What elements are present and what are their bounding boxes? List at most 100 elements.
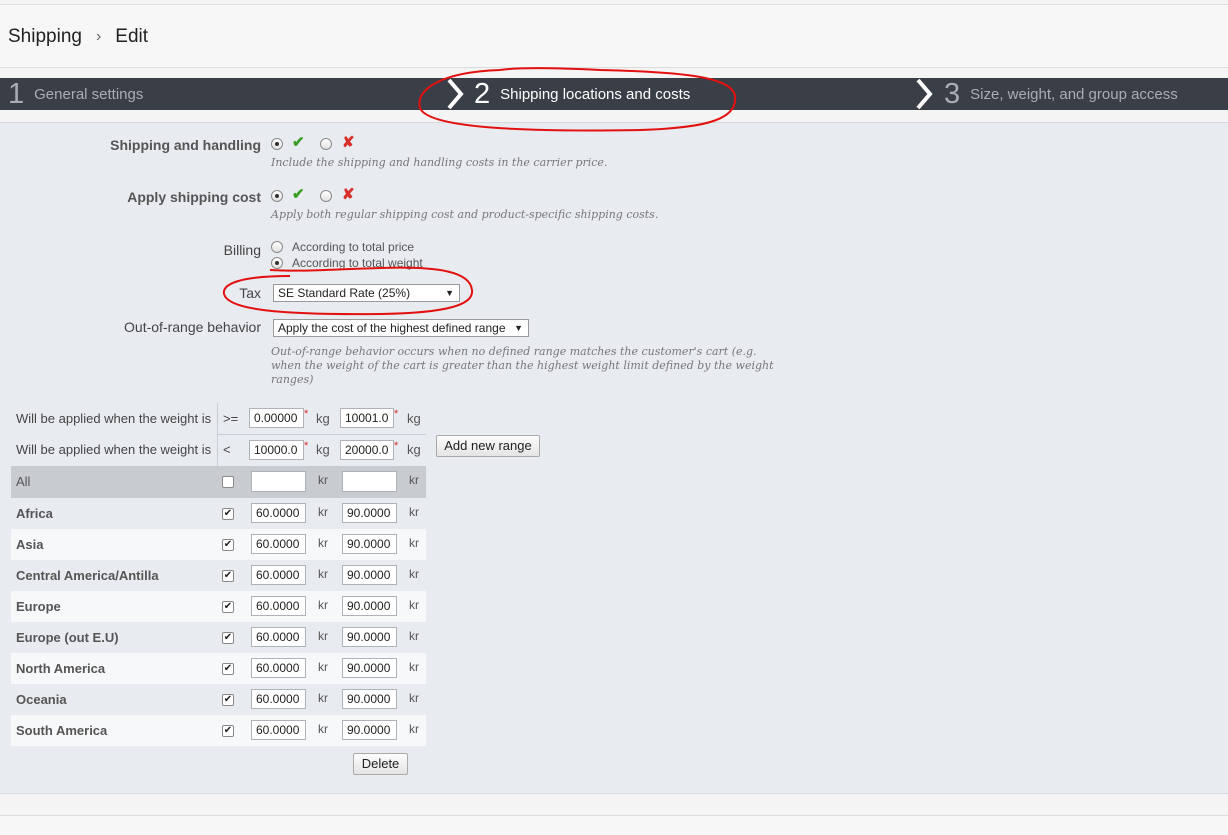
- zone-all-label: All: [16, 474, 31, 489]
- zone-price-2-input[interactable]: 90.0000: [342, 658, 397, 678]
- range-label-to: Will be applied when the weight is: [16, 442, 212, 457]
- currency-label: kr: [409, 505, 419, 519]
- currency-label: kr: [318, 505, 328, 519]
- currency-label: kr: [409, 567, 419, 581]
- apply-shipping-cost-hint: Apply both regular shipping cost and pro…: [271, 208, 659, 221]
- zone-price-2-input[interactable]: 90.0000: [342, 565, 397, 585]
- zone-all-checkbox[interactable]: [222, 476, 234, 488]
- add-new-range-button[interactable]: Add new range: [436, 435, 540, 457]
- zone-row-all: All kr kr: [11, 466, 426, 498]
- step-shipping-locations[interactable]: 2 Shipping locations and costs: [474, 78, 690, 110]
- zone-price-2-input[interactable]: 90.0000: [342, 689, 397, 709]
- zone-price-2-input[interactable]: 90.0000: [342, 720, 397, 740]
- range-2-from-input[interactable]: 10001.0: [340, 408, 394, 428]
- zone-price-1-input[interactable]: 60.0000: [251, 658, 306, 678]
- zone-price-1-input[interactable]: 60.0000: [251, 534, 306, 554]
- zone-name: Europe (out E.U): [16, 630, 119, 645]
- apply-cost-no-radio[interactable]: [320, 190, 332, 202]
- zone-checkbox[interactable]: ✔: [222, 601, 234, 613]
- billing-total-weight-radio[interactable]: [271, 257, 283, 269]
- billing-total-weight-label: According to total weight: [292, 256, 423, 270]
- required-icon: *: [304, 408, 309, 420]
- currency-label: kr: [409, 722, 419, 736]
- cross-icon: ✘: [342, 134, 355, 151]
- step-number: 2: [474, 78, 491, 110]
- check-icon: ✔: [292, 134, 305, 151]
- unit-kg: kg: [407, 411, 421, 426]
- zone-checkbox[interactable]: ✔: [222, 508, 234, 520]
- required-icon: *: [304, 440, 309, 452]
- out-of-range-label: Out-of-range behavior: [124, 319, 261, 335]
- currency-label: kr: [409, 598, 419, 612]
- zone-all-price-1-input[interactable]: [251, 471, 306, 492]
- zone-price-1-input[interactable]: 60.0000: [251, 565, 306, 585]
- zone-price-2-input[interactable]: 90.0000: [342, 503, 397, 523]
- zone-checkbox[interactable]: ✔: [222, 570, 234, 582]
- zone-row: Oceania ✔ 60.0000 kr 90.0000 kr: [11, 684, 426, 715]
- step-chevron-icon: [447, 78, 464, 110]
- zone-row: North America ✔ 60.0000 kr 90.0000 kr: [11, 653, 426, 684]
- step-general-settings[interactable]: 1 General settings: [8, 78, 143, 110]
- out-of-range-hint-line-3: ranges): [271, 373, 314, 386]
- zone-price-1-input[interactable]: 60.0000: [251, 689, 306, 709]
- unit-kg: kg: [316, 411, 330, 426]
- page-header: Shipping › Edit: [0, 4, 1228, 68]
- billing-label: Billing: [223, 242, 261, 258]
- chevron-down-icon: ▼: [445, 288, 454, 298]
- billing-total-price-radio[interactable]: [271, 241, 283, 253]
- step-label: General settings: [34, 85, 144, 103]
- zone-name: South America: [16, 723, 108, 738]
- billing-total-price-label: According to total price: [292, 240, 415, 254]
- cross-icon: ✘: [342, 186, 355, 203]
- unit-kg: kg: [407, 442, 421, 457]
- range-1-to-input[interactable]: 10000.0: [249, 440, 304, 460]
- zone-checkbox[interactable]: ✔: [222, 632, 234, 644]
- zone-price-2-input[interactable]: 90.0000: [342, 627, 397, 647]
- shipping-handling-no-radio[interactable]: [320, 138, 332, 150]
- step-label: Shipping locations and costs: [500, 85, 691, 103]
- out-of-range-select[interactable]: Apply the cost of the highest defined ra…: [273, 319, 529, 337]
- zone-price-1-input[interactable]: 60.0000: [251, 596, 306, 616]
- shipping-handling-yes-radio[interactable]: [271, 138, 283, 150]
- zone-row: Europe (out E.U) ✔ 60.0000 kr 90.0000 kr: [11, 622, 426, 653]
- zone-checkbox[interactable]: ✔: [222, 725, 234, 737]
- wizard-steps: 1 General settings 2 Shipping locations …: [0, 78, 1228, 110]
- tax-select[interactable]: SE Standard Rate (25%) ▼: [273, 284, 460, 302]
- range-1-from-input[interactable]: 0.00000: [249, 408, 304, 428]
- tax-select-value: SE Standard Rate (25%): [278, 286, 411, 300]
- currency-label: kr: [318, 691, 328, 705]
- step-chevron-icon: [916, 78, 933, 110]
- currency-label: kr: [318, 660, 328, 674]
- zone-checkbox[interactable]: ✔: [222, 694, 234, 706]
- breadcrumb-separator-icon: ›: [95, 28, 102, 45]
- zone-price-2-input[interactable]: 90.0000: [342, 534, 397, 554]
- breadcrumb-shipping[interactable]: Shipping: [8, 26, 82, 48]
- zone-price-1-input[interactable]: 60.0000: [251, 503, 306, 523]
- breadcrumb-edit: Edit: [115, 26, 149, 47]
- zone-price-1-input[interactable]: 60.0000: [251, 720, 306, 740]
- range-operator-lt: <: [223, 442, 231, 457]
- range-2-to-input[interactable]: 20000.0: [340, 440, 394, 460]
- currency-label: kr: [318, 473, 328, 487]
- zone-checkbox[interactable]: ✔: [222, 539, 234, 551]
- zone-price-1-input[interactable]: 60.0000: [251, 627, 306, 647]
- out-of-range-select-value: Apply the cost of the highest defined ra…: [278, 321, 506, 335]
- step-size-weight[interactable]: 3 Size, weight, and group access: [944, 78, 1178, 110]
- currency-label: kr: [409, 473, 419, 487]
- zone-all-price-2-input[interactable]: [342, 471, 397, 492]
- step-number: 3: [944, 78, 961, 110]
- zone-row: Central America/Antilla ✔ 60.0000 kr 90.…: [11, 560, 426, 591]
- zone-row: South America ✔ 60.0000 kr 90.0000 kr: [11, 715, 426, 746]
- range-label-from: Will be applied when the weight is: [16, 411, 212, 426]
- currency-label: kr: [318, 629, 328, 643]
- step-number: 1: [8, 78, 25, 110]
- zone-name: Central America/Antilla: [16, 568, 159, 583]
- check-icon: ✔: [292, 186, 305, 203]
- zone-name: Oceania: [16, 692, 67, 707]
- apply-shipping-cost-label: Apply shipping cost: [127, 189, 261, 205]
- apply-cost-yes-radio[interactable]: [271, 190, 283, 202]
- zone-row: Africa ✔ 60.0000 kr 90.0000 kr: [11, 498, 426, 529]
- delete-button[interactable]: Delete: [353, 753, 408, 775]
- zone-price-2-input[interactable]: 90.0000: [342, 596, 397, 616]
- zone-checkbox[interactable]: ✔: [222, 663, 234, 675]
